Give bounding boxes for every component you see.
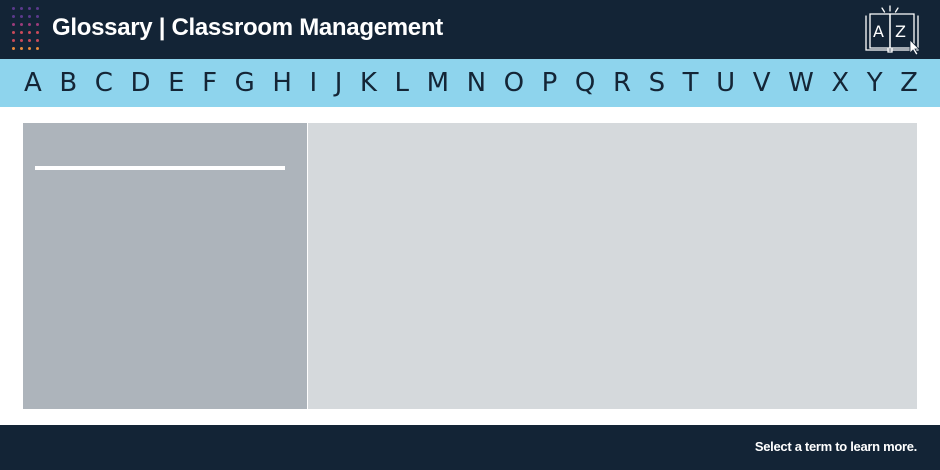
letter-e[interactable]: E: [168, 59, 184, 107]
letter-n[interactable]: N: [467, 59, 486, 107]
letter-y[interactable]: Y: [867, 59, 883, 107]
letter-l[interactable]: L: [395, 59, 410, 107]
alphabet-letters: ABCDEFGHIJKLMNOPQRSTUVWXYZ: [24, 59, 918, 107]
letter-a[interactable]: A: [24, 59, 42, 107]
letter-q[interactable]: Q: [575, 59, 595, 107]
letter-j[interactable]: J: [335, 59, 343, 107]
definition-panel: [308, 123, 917, 409]
term-underline: [35, 166, 285, 170]
letter-d[interactable]: D: [130, 59, 150, 107]
logo-dot: [36, 31, 39, 34]
logo-dot: [20, 31, 23, 34]
logo-dot: [12, 39, 15, 42]
logo-dot: [28, 23, 31, 26]
logo-dot: [28, 31, 31, 34]
letter-o[interactable]: O: [504, 59, 524, 107]
logo-dot: [12, 31, 15, 34]
logo-dot: [12, 23, 15, 26]
letter-u[interactable]: U: [716, 59, 735, 107]
letter-m[interactable]: M: [427, 59, 449, 107]
logo-dot: [36, 15, 39, 18]
svg-text:A: A: [873, 22, 884, 41]
logo-dot: [28, 47, 31, 50]
letter-b[interactable]: B: [59, 59, 77, 107]
status-text: Select a term to learn more.: [754, 439, 917, 454]
letter-f[interactable]: F: [202, 59, 217, 107]
glossary-content: [23, 123, 917, 409]
page-title: Glossary | Classroom Management: [52, 14, 443, 41]
logo-dot: [36, 47, 39, 50]
letter-t[interactable]: T: [683, 59, 699, 107]
logo-dot: [28, 7, 31, 10]
logo-dot: [20, 23, 23, 26]
letter-g[interactable]: G: [235, 59, 255, 107]
letter-r[interactable]: R: [613, 59, 631, 107]
dot-grid-logo-icon: [12, 7, 42, 53]
header-bar: Glossary | Classroom Management A Z: [0, 0, 940, 59]
term-list-panel: [23, 123, 307, 409]
logo-dot: [28, 15, 31, 18]
letter-z[interactable]: Z: [900, 59, 918, 107]
logo-dot: [20, 39, 23, 42]
footer-bar: Select a term to learn more.: [0, 425, 940, 470]
logo-dot: [20, 7, 23, 10]
letter-k[interactable]: K: [360, 59, 377, 107]
logo-dot: [20, 47, 23, 50]
letter-v[interactable]: V: [753, 59, 771, 107]
letter-c[interactable]: C: [95, 59, 113, 107]
logo-dot: [12, 7, 15, 10]
letter-i[interactable]: I: [309, 59, 317, 107]
svg-text:Z: Z: [895, 22, 906, 41]
letter-s[interactable]: S: [649, 59, 666, 107]
letter-x[interactable]: X: [831, 59, 849, 107]
letter-p[interactable]: P: [542, 59, 558, 107]
az-book-icon[interactable]: A Z: [862, 4, 922, 56]
logo-dot: [36, 39, 39, 42]
logo-dot: [12, 15, 15, 18]
logo-dot: [12, 47, 15, 50]
alphabet-nav: ABCDEFGHIJKLMNOPQRSTUVWXYZ: [0, 59, 940, 107]
logo-dot: [36, 7, 39, 10]
logo-dot: [20, 15, 23, 18]
letter-w[interactable]: W: [788, 59, 814, 107]
logo-dot: [28, 39, 31, 42]
logo-dot: [36, 23, 39, 26]
letter-h[interactable]: H: [272, 59, 292, 107]
